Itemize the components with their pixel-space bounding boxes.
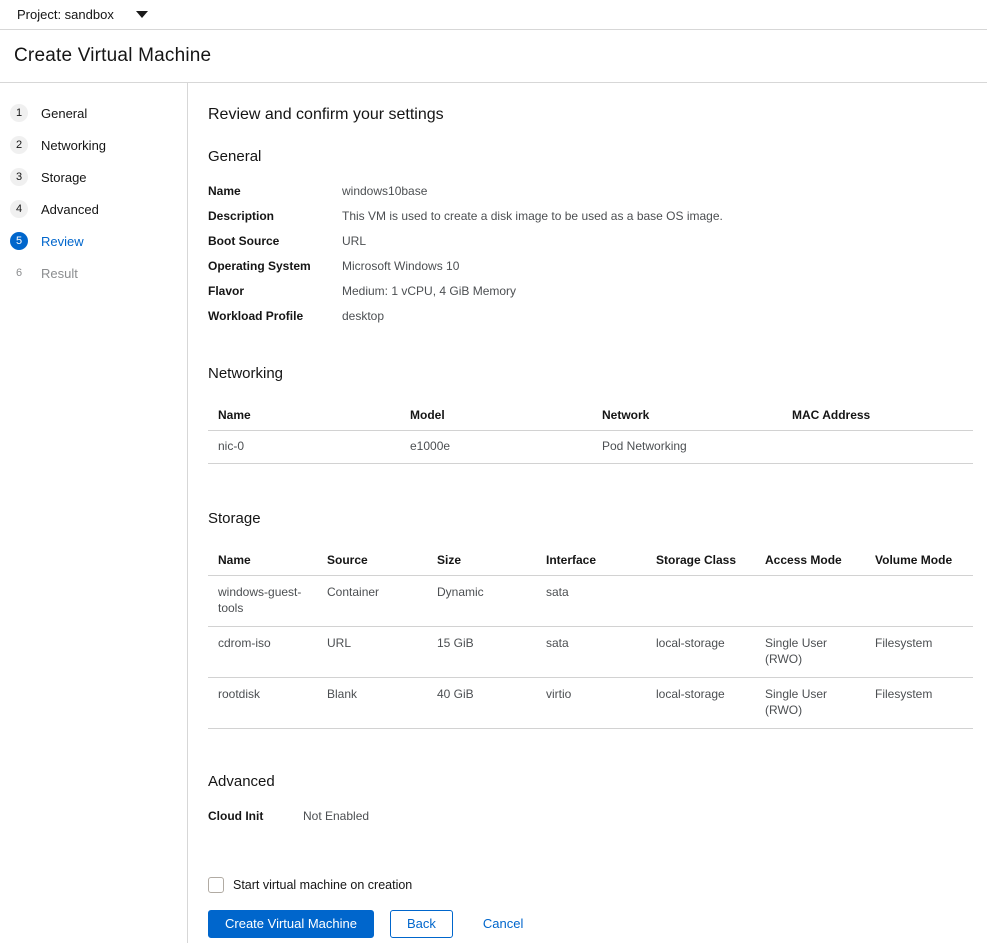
column-header: Name — [208, 398, 400, 431]
table-cell: Single User (RWO) — [755, 626, 865, 678]
step-number-badge: 4 — [10, 200, 28, 218]
field-label: Workload Profile — [208, 309, 304, 323]
table-header-row: Name Source Size Interface Storage Class… — [208, 542, 973, 576]
back-button[interactable]: Back — [390, 909, 453, 938]
field-value: windows10base — [342, 184, 428, 198]
table-cell: nic-0 — [208, 430, 400, 464]
step-label: General — [41, 105, 88, 121]
step-number-badge: 6 — [15, 267, 23, 279]
table-cell — [755, 575, 865, 627]
general-settings-list: Name windows10base Description This VM i… — [208, 179, 973, 329]
table-cell: windows-guest-tools — [208, 575, 317, 627]
wizard-steps-nav: 1 General 2 Networking 3 Storage 4 Advan… — [0, 83, 188, 943]
column-header: Source — [317, 542, 427, 576]
table-row: rootdisk Blank 40 GiB virtio local-stora… — [208, 677, 973, 729]
field-label: Operating System — [208, 259, 311, 273]
field-value: desktop — [342, 309, 385, 323]
field-label: Flavor — [208, 284, 245, 298]
create-virtual-machine-button[interactable]: Create Virtual Machine — [208, 909, 374, 938]
field-label: Boot Source — [208, 234, 280, 248]
advanced-settings-list: Cloud Init Not Enabled — [208, 804, 973, 829]
step-number-badge: 5 — [10, 232, 28, 250]
networking-table: Name Model Network MAC Address nic-0 e10… — [208, 398, 973, 464]
caret-down-icon — [135, 11, 148, 18]
table-cell: local-storage — [646, 677, 755, 729]
table-cell: Single User (RWO) — [755, 677, 865, 729]
wizard-step-result: 6 Result — [0, 257, 187, 289]
storage-section-heading: Storage — [208, 509, 261, 527]
start-on-creation-label[interactable]: Start virtual machine on creation — [233, 878, 412, 892]
field-label: Description — [208, 209, 275, 223]
start-on-creation-row: Start virtual machine on creation — [208, 876, 973, 893]
field-value: This VM is used to create a disk image t… — [342, 209, 723, 223]
start-on-creation-checkbox[interactable] — [208, 876, 224, 893]
step-label: Review — [41, 233, 84, 249]
table-cell: 15 GiB — [427, 626, 536, 678]
step-number-badge: 1 — [10, 104, 28, 122]
table-cell: 40 GiB — [427, 677, 536, 729]
table-cell: sata — [536, 575, 646, 627]
review-title: Review and confirm your settings — [208, 106, 444, 123]
field-label: Cloud Init — [208, 808, 264, 823]
column-header: Size — [427, 542, 536, 576]
table-header-row: Name Model Network MAC Address — [208, 398, 973, 431]
table-row: nic-0 e1000e Pod Networking — [208, 430, 973, 464]
project-bar: Project: sandbox — [0, 0, 987, 30]
table-cell: Pod Networking — [592, 430, 782, 464]
table-cell: e1000e — [400, 430, 592, 464]
table-cell: local-storage — [646, 626, 755, 678]
column-header: Name — [208, 542, 317, 576]
cancel-button[interactable]: Cancel — [483, 910, 523, 938]
table-cell — [646, 575, 755, 627]
step-number-badge: 3 — [10, 168, 28, 186]
table-cell: Dynamic — [427, 575, 536, 627]
step-label: Advanced — [41, 201, 99, 217]
table-cell: Blank — [317, 677, 427, 729]
wizard-footer: Create Virtual Machine Back Cancel — [208, 909, 973, 938]
table-cell: cdrom-iso — [208, 626, 317, 678]
table-cell: Filesystem — [865, 626, 973, 678]
wizard-step-review[interactable]: 5 Review — [0, 225, 187, 257]
table-cell: Filesystem — [865, 677, 973, 729]
field-value: URL — [342, 234, 367, 248]
table-cell: Container — [317, 575, 427, 627]
project-selector[interactable]: Project: sandbox — [17, 7, 148, 22]
column-header: MAC Address — [782, 398, 973, 431]
networking-section-heading: Networking — [208, 365, 284, 382]
column-header: Interface — [536, 542, 646, 576]
table-row: windows-guest-tools Container Dynamic sa… — [208, 575, 973, 627]
review-panel: Review and confirm your settings General… — [188, 83, 987, 943]
general-section-heading: General — [208, 148, 262, 165]
table-cell: URL — [317, 626, 427, 678]
advanced-section-heading: Advanced — [208, 772, 275, 790]
column-header: Volume Mode — [865, 542, 973, 576]
wizard-step-storage[interactable]: 3 Storage — [0, 161, 187, 193]
step-label: Result — [41, 265, 78, 281]
table-row: cdrom-iso URL 15 GiB sata local-storage … — [208, 626, 973, 678]
wizard-step-networking[interactable]: 2 Networking — [0, 129, 187, 161]
column-header: Network — [592, 398, 782, 431]
wizard-step-general[interactable]: 1 General — [0, 97, 187, 129]
project-selector-label: Project: sandbox — [17, 7, 114, 22]
page-title: Create Virtual Machine — [14, 45, 212, 66]
wizard-step-advanced[interactable]: 4 Advanced — [0, 193, 187, 225]
table-cell — [782, 430, 973, 464]
table-cell: sata — [536, 626, 646, 678]
page-header: Create Virtual Machine — [0, 30, 987, 83]
column-header: Access Mode — [755, 542, 865, 576]
field-value: Microsoft Windows 10 — [342, 259, 460, 273]
field-value: Medium: 1 vCPU, 4 GiB Memory — [342, 284, 517, 298]
table-cell — [865, 575, 973, 627]
step-label: Storage — [41, 169, 87, 185]
column-header: Model — [400, 398, 592, 431]
table-cell: virtio — [536, 677, 646, 729]
field-label: Name — [208, 184, 241, 198]
step-label: Networking — [41, 137, 107, 153]
storage-table: Name Source Size Interface Storage Class… — [208, 542, 973, 729]
table-cell: rootdisk — [208, 677, 317, 729]
step-number-badge: 2 — [10, 136, 28, 154]
field-value: Not Enabled — [303, 808, 370, 823]
column-header: Storage Class — [646, 542, 755, 576]
